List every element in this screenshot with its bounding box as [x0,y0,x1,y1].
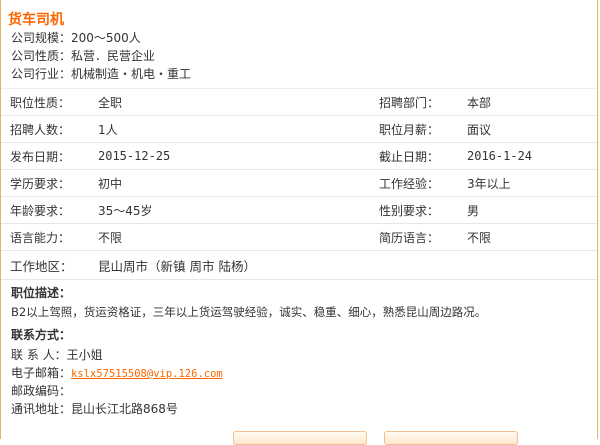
email-label: 电子邮箱： [11,366,72,380]
contact-email-row: 电子邮箱：kslx57515508@vip.126.com [11,365,223,382]
field-value: 35～45岁 [98,196,379,224]
field-label: 截止日期： [379,142,467,170]
contact-person: 联 系 人：王小姐 [11,348,103,362]
field-label: 学历要求： [1,169,98,197]
contact-heading: 联系方式： [11,328,72,342]
postcode: 邮政编码： [11,384,72,398]
field-label: 工作经验： [379,169,467,197]
field-value: 1人 [98,115,379,143]
table-row: 工作地区： 昆山周市（新镇 周市 陆杨） [1,250,597,280]
field-label: 年龄要求： [1,196,98,224]
field-value: 初中 [98,169,379,197]
field-value: 面议 [467,115,597,143]
address: 通讯地址：昆山长江北路868号 [11,402,178,416]
field-value: 男 [467,196,597,224]
field-label: 职位性质： [1,89,98,116]
job-title: 货车司机 [8,12,64,28]
field-value: 全职 [98,89,379,116]
description-heading: 职位描述： [11,286,72,300]
company-scale: 公司规模：200～500人 [11,31,141,45]
job-details-table: 职位性质： 全职 招聘部门： 本部 招聘人数： 1人 职位月薪： 面议 发布日期… [1,89,597,280]
table-row: 语言能力： 不限 简历语言： 不限 [1,223,597,251]
description-text: B2以上驾照，货运资格证，三年以上货运驾驶经验，诚实、稳重、细心，熟悉昆山周边路… [11,305,487,319]
table-row: 学历要求： 初中 工作经验： 3年以上 [1,169,597,197]
field-label: 工作地区： [1,250,98,280]
field-value: 2015-12-25 [98,142,379,170]
action-button[interactable] [384,431,518,445]
table-row: 发布日期： 2015-12-25 截止日期： 2016-1-24 [1,142,597,170]
field-label: 发布日期： [1,142,98,170]
field-label: 职位月薪： [379,115,467,143]
action-button[interactable] [233,431,367,445]
field-value: 2016-1-24 [467,142,597,170]
field-value: 不限 [98,223,379,251]
company-nature: 公司性质：私营．民营企业 [11,49,156,63]
field-label: 简历语言： [379,223,467,251]
table-row: 年龄要求： 35～45岁 性别要求： 男 [1,196,597,224]
field-label: 招聘人数： [1,115,98,143]
field-label: 语言能力： [1,223,98,251]
field-value: 3年以上 [467,169,597,197]
company-industry: 公司行业：机械制造・机电・重工 [11,67,192,81]
table-row: 职位性质： 全职 招聘部门： 本部 [1,89,597,116]
field-label: 性别要求： [379,196,467,224]
field-value: 不限 [467,223,597,251]
email-link[interactable]: kslx57515508@vip.126.com [71,368,223,380]
field-label: 招聘部门： [379,89,467,116]
table-row: 招聘人数： 1人 职位月薪： 面议 [1,115,597,143]
work-area-value: 昆山周市（新镇 周市 陆杨） [98,250,597,280]
field-value: 本部 [467,89,597,116]
